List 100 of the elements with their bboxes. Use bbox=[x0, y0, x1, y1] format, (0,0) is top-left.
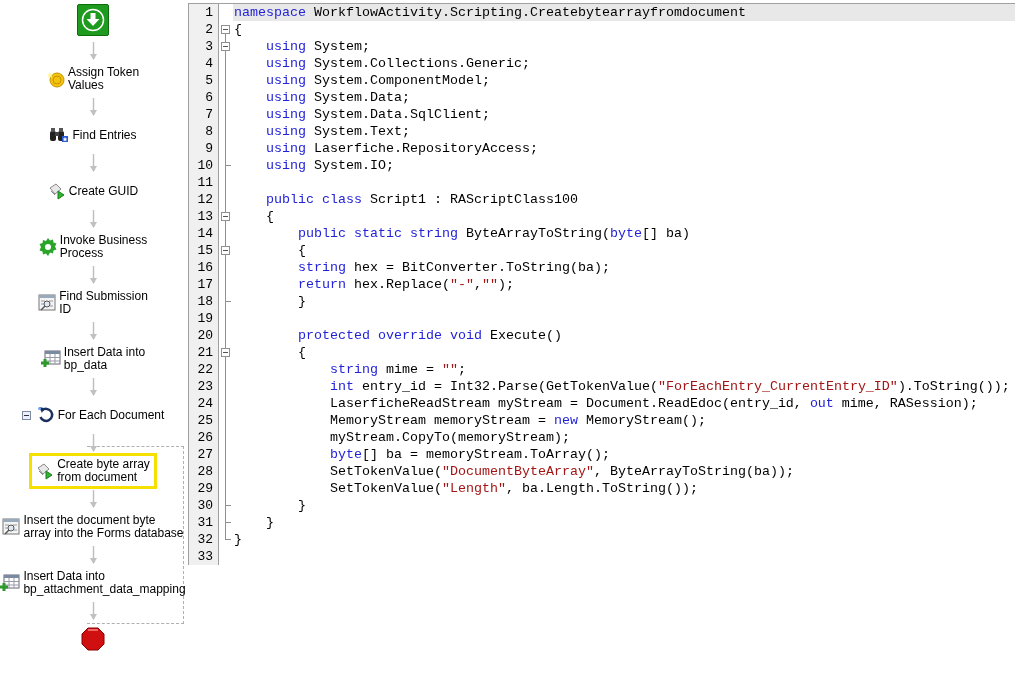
code-line: using System.Data.SqlClient; bbox=[265, 106, 491, 123]
code-line: int entry_id = Int32.Parse(GetTokenValue("ForEachEntry_CurrentEntry_ID").ToString()); bbox=[328, 378, 1011, 395]
connector-arrow bbox=[89, 42, 97, 60]
coin-icon bbox=[46, 70, 65, 88]
workflow-activity[interactable]: Create byte array from document bbox=[29, 453, 157, 489]
code-line: using System; bbox=[265, 38, 371, 55]
code-line: using System.ComponentModel; bbox=[265, 72, 491, 89]
line-number: 7 bbox=[189, 106, 219, 123]
code-line: string hex = BitConverter.ToString(ba); bbox=[297, 259, 611, 276]
line-number: 8 bbox=[189, 123, 219, 140]
code-line: public static string ByteArrayToString(byte[] ba) bbox=[297, 225, 691, 242]
line-number: 5 bbox=[189, 72, 219, 89]
connector-arrow bbox=[89, 266, 97, 284]
line-number: 9 bbox=[189, 140, 219, 157]
line-number: 22 bbox=[189, 361, 219, 378]
line-number: 30 bbox=[189, 497, 219, 514]
line-number: 12 bbox=[189, 191, 219, 208]
code-line: } bbox=[265, 514, 275, 531]
fold-toggle[interactable] bbox=[221, 348, 230, 357]
workflow-activity[interactable]: Find Entries bbox=[42, 122, 144, 148]
workflow-activity[interactable]: Create GUID bbox=[40, 177, 146, 205]
connector-arrow bbox=[89, 490, 97, 508]
line-number: 31 bbox=[189, 514, 219, 531]
line-number: 28 bbox=[189, 463, 219, 480]
line-number: 14 bbox=[189, 225, 219, 242]
code-line: { bbox=[297, 344, 307, 361]
line-number: 1 bbox=[189, 4, 219, 21]
line-number: 23 bbox=[189, 378, 219, 395]
code-line: using Laserfiche.RepositoryAccess; bbox=[265, 140, 539, 157]
line-number: 11 bbox=[189, 174, 219, 191]
code-line: } bbox=[233, 531, 243, 548]
workflow-activity[interactable]: Insert the document byte array into the Forms database bbox=[0, 509, 191, 545]
code-line: using System.Text; bbox=[265, 123, 411, 140]
code-line: { bbox=[265, 208, 275, 225]
workflow-activity[interactable]: Insert Data into bp_data bbox=[33, 341, 153, 377]
line-number: 24 bbox=[189, 395, 219, 412]
fold-toggle[interactable] bbox=[221, 212, 230, 221]
line-number: 20 bbox=[189, 327, 219, 344]
line-number: 16 bbox=[189, 259, 219, 276]
table-insert-icon bbox=[0, 574, 21, 592]
line-number: 27 bbox=[189, 446, 219, 463]
connector-arrow bbox=[89, 546, 97, 564]
connector-arrow bbox=[89, 378, 97, 396]
fold-toggle[interactable] bbox=[221, 246, 230, 255]
code-line: { bbox=[297, 242, 307, 259]
line-number: 29 bbox=[189, 480, 219, 497]
code-line: protected override void Execute() bbox=[297, 327, 563, 344]
code-line: public class Script1 : RAScriptClass100 bbox=[265, 191, 579, 208]
line-number: 33 bbox=[189, 548, 219, 565]
connector-arrow bbox=[89, 434, 97, 452]
connector-arrow bbox=[89, 322, 97, 340]
form-search-icon bbox=[38, 294, 57, 312]
script-icon bbox=[47, 182, 66, 200]
workflow-activity[interactable]: Insert Data into bp_attachment_data_mapping bbox=[0, 565, 193, 601]
line-number: 2 bbox=[189, 21, 219, 38]
line-number: 21 bbox=[189, 344, 219, 361]
gear-icon bbox=[38, 238, 57, 256]
line-number: 32 bbox=[189, 531, 219, 548]
line-number: 18 bbox=[189, 293, 219, 310]
connector-arrow bbox=[89, 154, 97, 172]
code-line: { bbox=[233, 21, 243, 38]
code-line: LaserficheReadStream myStream = Document.ReadEdoc(entry_id, out mime, RASession); bbox=[328, 395, 979, 412]
code-line: string mime = ""; bbox=[328, 361, 467, 378]
line-number: 3 bbox=[189, 38, 219, 55]
form-search-icon bbox=[2, 518, 21, 536]
code-line: using System.Data; bbox=[265, 89, 411, 106]
line-number: 6 bbox=[189, 89, 219, 106]
line-number: 4 bbox=[189, 55, 219, 72]
loop-arrow-icon bbox=[36, 406, 55, 424]
script-icon bbox=[36, 462, 55, 480]
workflow-activity[interactable]: Invoke Business Process bbox=[31, 229, 155, 265]
code-line: return hex.Replace("-",""); bbox=[297, 276, 515, 293]
code-line: using System.IO; bbox=[265, 157, 395, 174]
workflow-activity[interactable]: Find Submission ID bbox=[31, 285, 155, 321]
connector-arrow bbox=[89, 602, 97, 620]
connector-arrow bbox=[89, 210, 97, 228]
binoculars-icon bbox=[49, 127, 70, 143]
code-line: } bbox=[297, 293, 307, 310]
line-number: 25 bbox=[189, 412, 219, 429]
line-number: 13 bbox=[189, 208, 219, 225]
code-line: SetTokenValue("Length", ba.Length.ToString()); bbox=[328, 480, 699, 497]
line-number: 17 bbox=[189, 276, 219, 293]
collapse-toggle[interactable] bbox=[21, 410, 31, 420]
fold-toggle[interactable] bbox=[221, 25, 230, 34]
code-editor[interactable] bbox=[188, 3, 1015, 565]
code-line: SetTokenValue("DocumentByteArray", ByteArrayToString(ba)); bbox=[328, 463, 795, 480]
code-line: using System.Collections.Generic; bbox=[265, 55, 531, 72]
table-insert-icon bbox=[40, 350, 61, 368]
line-number: 10 bbox=[189, 157, 219, 174]
code-line: myStream.CopyTo(memoryStream); bbox=[328, 429, 571, 446]
workflow-activity[interactable]: For Each Document bbox=[14, 401, 172, 429]
code-line: } bbox=[297, 497, 307, 514]
line-number: 19 bbox=[189, 310, 219, 327]
code-line: byte[] ba = memoryStream.ToArray(); bbox=[328, 446, 611, 463]
line-number: 15 bbox=[189, 242, 219, 259]
fold-toggle[interactable] bbox=[221, 42, 230, 51]
line-number: 26 bbox=[189, 429, 219, 446]
code-line: MemoryStream memoryStream = new MemoryStream(); bbox=[328, 412, 707, 429]
workflow-activity[interactable]: Assign Token Values bbox=[39, 61, 147, 97]
connector-arrow bbox=[89, 98, 97, 116]
